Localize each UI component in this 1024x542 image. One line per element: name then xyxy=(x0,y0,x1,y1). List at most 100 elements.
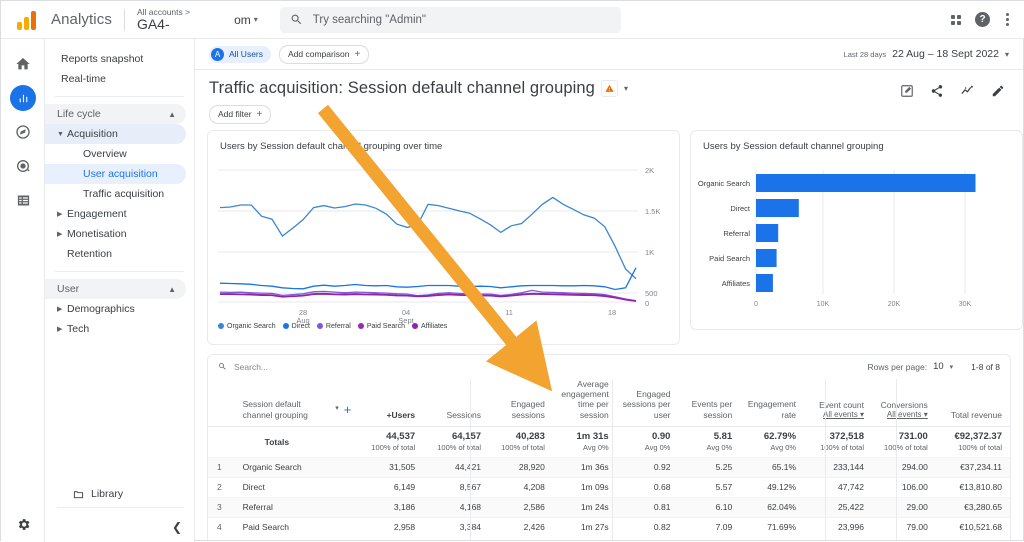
rows-per-page-control[interactable]: Rows per page: 10 ▾ 1-8 of 8 xyxy=(868,361,1000,372)
global-header: Analytics All accounts > GA4- om ▾ Try s… xyxy=(1,1,1024,39)
table-search-input[interactable]: Search... xyxy=(218,362,268,372)
rail-item-home[interactable] xyxy=(1,47,45,81)
col-engaged-sessions-per-user[interactable]: Engaged sessions per user xyxy=(617,379,679,427)
customise-pencil-icon[interactable] xyxy=(991,84,1005,103)
search-icon xyxy=(291,14,301,25)
chevron-down-icon[interactable]: ▾ xyxy=(624,84,628,93)
rail-item-advertising[interactable] xyxy=(1,149,45,183)
event-count-filter[interactable]: All events ▾ xyxy=(804,410,864,420)
bar-category-label: Direct xyxy=(730,204,751,213)
rows-per-page-label: Rows per page: xyxy=(867,361,928,372)
chevron-down-icon[interactable]: ▾ xyxy=(254,15,258,24)
add-filter-label: Add filter xyxy=(218,109,252,119)
share-icon[interactable] xyxy=(930,84,944,103)
all-users-chip[interactable]: A All Users xyxy=(209,45,272,63)
row-cell-4: 0.81 xyxy=(653,502,671,513)
conversions-filter-label: All events xyxy=(886,410,922,420)
apps-grid-icon[interactable] xyxy=(951,14,961,25)
add-filter-button[interactable]: Add filter + xyxy=(209,104,272,124)
sidebar-item-user-acquisition[interactable]: User acquisition xyxy=(45,164,186,184)
table-row[interactable]: 1 Organic Search 31,505 44,421 28,920 1m 36s 0… xyxy=(208,457,1010,478)
legend-item[interactable]: Paid Search xyxy=(357,323,405,330)
insights-icon[interactable] xyxy=(960,83,975,103)
index-column-header xyxy=(208,379,231,427)
row-cell-1: 8,567 xyxy=(423,477,489,497)
chevron-down-icon: ▾ xyxy=(949,363,954,371)
table-row[interactable]: 4 Paid Search 2,958 3,384 2,426 1m 27s 0.82 7.0… xyxy=(208,517,1010,537)
rail-item-explore[interactable] xyxy=(1,115,45,149)
legend-item[interactable]: Organic Search xyxy=(218,323,276,330)
sidebar-item-tech[interactable]: ▶ Tech xyxy=(45,319,186,339)
dimension-column-header[interactable]: Session default channel grouping ▾ + xyxy=(231,379,360,427)
col-users[interactable]: +Users xyxy=(359,379,423,427)
col-event-count[interactable]: Event count All events ▾ xyxy=(804,379,872,427)
chevron-left-icon[interactable]: ❮ xyxy=(172,520,182,534)
date-range-picker[interactable]: Last 28 days 22 Aug – 18 Sept 2022 ▾ xyxy=(844,48,1009,60)
report-navigation-panel: Reports snapshot Real-time Life cycle ▲ … xyxy=(45,39,195,542)
col-conversions[interactable]: Conversions All events ▾ xyxy=(872,379,936,427)
sidebar-item-traffic-acquisition[interactable]: Traffic acquisition xyxy=(45,184,186,204)
row-cell-7: 25,422 xyxy=(837,502,864,513)
bar-category-label: Referral xyxy=(723,229,750,238)
sidebar-item-engagement[interactable]: ▶ Engagement xyxy=(45,204,186,224)
row-cell-1: 4,168 xyxy=(423,497,489,517)
col-avg-engagement-time[interactable]: Average engagement time per session xyxy=(553,379,617,427)
users-over-time-line-chart[interactable]: 2K 1.5K 1K 500 0 28 Aug 04 Sept 11 18 xyxy=(208,152,679,342)
totals-cell-5: 5.81 Avg 0% xyxy=(706,431,733,453)
sidebar-item-label: Tech xyxy=(67,323,90,335)
sidebar-item-monetisation[interactable]: ▶ Monetisation xyxy=(45,224,186,244)
svg-text:20K: 20K xyxy=(888,301,901,308)
global-search-input[interactable]: Try searching "Admin" xyxy=(279,6,621,33)
rail-item-configure[interactable] xyxy=(1,183,45,217)
bar-4[interactable] xyxy=(756,273,773,292)
line-chart-card: Users by Session default channel groupin… xyxy=(207,129,680,345)
row-dimension[interactable]: Paid Search xyxy=(231,517,360,537)
col-engaged-sessions[interactable]: Engaged sessions xyxy=(489,379,553,427)
bar-0[interactable] xyxy=(756,173,976,192)
sidebar-group-user[interactable]: User ▲ xyxy=(45,279,186,299)
row-dimension[interactable]: Direct xyxy=(231,477,360,497)
rail-item-reports[interactable] xyxy=(1,81,45,115)
edit-comparison-icon[interactable] xyxy=(900,84,914,103)
conversions-filter[interactable]: All events ▾ xyxy=(872,410,928,420)
sidebar-item-real-time[interactable]: Real-time xyxy=(45,69,194,89)
plus-icon[interactable]: + xyxy=(344,403,352,416)
row-dimension[interactable]: Referral xyxy=(231,497,360,517)
bar-3[interactable] xyxy=(756,248,777,267)
table-row[interactable]: 3 Referral 3,186 4,168 2,586 1m 24s 0.81 6.10 62… xyxy=(208,497,1010,518)
sidebar-item-overview[interactable]: Overview xyxy=(45,144,186,164)
legend-item[interactable]: Affiliates xyxy=(411,323,447,330)
col-sessions[interactable]: Sessions xyxy=(423,379,489,427)
table-toolbar: Search... Rows per page: 10 ▾ 1-8 of 8 xyxy=(208,355,1010,379)
col-engagement-rate[interactable]: Engagement rate xyxy=(740,379,804,427)
row-dimension[interactable]: Organic Search xyxy=(231,457,360,477)
bar-chart-card: Users by Session default channel groupin… xyxy=(690,129,1023,330)
sidebar-group-life-cycle[interactable]: Life cycle ▲ xyxy=(45,104,186,124)
bar-1[interactable] xyxy=(756,198,799,217)
help-circle-icon[interactable]: ? xyxy=(975,12,990,27)
row-cell-5: 5.57 xyxy=(715,482,733,493)
legend-item[interactable]: Direct xyxy=(282,323,310,330)
sidebar-item-reports-snapshot[interactable]: Reports snapshot xyxy=(45,49,194,69)
sidebar-item-demographics[interactable]: ▶ Demographics xyxy=(45,299,186,319)
search-icon xyxy=(219,363,226,370)
col-total-revenue[interactable]: Total revenue xyxy=(936,379,1010,427)
col-events-per-session[interactable]: Events per session xyxy=(678,379,740,427)
legend-item[interactable]: Referral xyxy=(316,323,351,330)
account-property-selector[interactable]: All accounts > GA4- xyxy=(137,7,190,32)
row-cell-3: 1m 09s xyxy=(580,482,609,493)
add-comparison-button[interactable]: Add comparison + xyxy=(279,44,370,64)
row-cell-5: 7.09 xyxy=(715,522,733,533)
bar-2[interactable] xyxy=(756,223,779,242)
rail-item-admin[interactable] xyxy=(1,517,45,532)
kebab-more-icon[interactable] xyxy=(1004,11,1011,28)
table-row[interactable]: 2 Direct 6,149 8,567 4,208 1m 09s 0.68 5.57 49.1… xyxy=(208,477,1010,497)
sidebar-item-retention[interactable]: Retention xyxy=(45,244,186,264)
chevron-up-icon: ▲ xyxy=(168,109,176,119)
row-cell-3: 1m 24s xyxy=(580,502,609,513)
warning-triangle-icon[interactable] xyxy=(600,80,618,97)
users-by-channel-bar-chart[interactable]: 0 10K 20K 30K Organic Search Direct Referr… xyxy=(691,152,1022,327)
sidebar-item-library[interactable]: Library xyxy=(45,488,195,500)
sidebar-item-acquisition[interactable]: ▼ Acquisition xyxy=(45,124,186,144)
sidebar-item-label: Demographics xyxy=(67,303,135,315)
